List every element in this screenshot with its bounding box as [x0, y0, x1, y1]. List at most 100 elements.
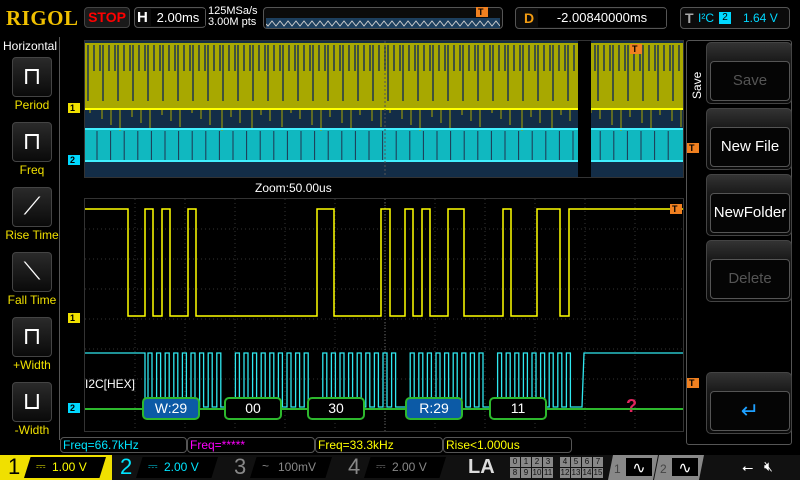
measure-ch2-freq[interactable]: Freq=66.7kHz — [60, 437, 187, 453]
trigger-level: 1.64 V — [743, 11, 778, 25]
decode-packet-address[interactable]: R:29 — [405, 397, 463, 420]
measure-ch1-rise[interactable]: Rise<1.000us — [443, 437, 572, 453]
channel-scale-box: ⎓ 1.00 V — [24, 457, 106, 478]
trigger-marker-overview: T — [630, 44, 642, 54]
sine-icon: ∿ — [626, 458, 652, 477]
menu-button-label: Delete — [710, 259, 790, 299]
decode-error-marker: ? — [626, 396, 637, 416]
trigger-type: I²C — [698, 11, 714, 25]
trigger-display[interactable]: T I²C 2 1.64 V — [680, 7, 790, 29]
decode-packet-data[interactable]: 11 — [489, 397, 547, 420]
channel-1-status[interactable]: 1 ⎓ 1.00 V — [0, 454, 115, 480]
fall-time-button[interactable]: ⟍ — [12, 252, 52, 292]
measure-label: Rise Time — [5, 228, 59, 242]
measure-text: Freq=66.7kHz — [63, 438, 139, 452]
return-arrow-icon: ↵ — [710, 391, 790, 431]
measure-label: +Width — [13, 358, 51, 372]
measure-ch1-freq[interactable]: Freq=33.3kHz — [315, 437, 443, 453]
channel-scale-box: ⎓ 2.00 V — [364, 457, 446, 478]
trigger-key: T — [685, 10, 694, 26]
channel-4-status[interactable]: 4 ⎓ 2.00 V — [340, 454, 455, 480]
menu-delete-button[interactable]: Delete — [706, 240, 792, 302]
period-icon: ⊓ — [22, 63, 42, 90]
la-channel: 3 — [543, 457, 553, 467]
mute-icon[interactable]: 🔇︎ — [764, 458, 773, 475]
menu-button-label: New File — [710, 127, 790, 167]
decode-packet-data[interactable]: 30 — [307, 397, 365, 420]
ch2-marker-zoom[interactable]: 2 — [68, 403, 80, 413]
measure-label: -Width — [14, 423, 50, 437]
channel-scale: 2.00 V — [392, 460, 427, 474]
coupling-icon: ⎓ — [36, 459, 46, 473]
channel-scale-box: ⎓ 2.00 V — [136, 457, 218, 478]
source-1-label: 1 — [614, 462, 621, 476]
acquisition-info: 125MSa/s 3.00M pts — [208, 6, 258, 28]
menu-button-label: NewFolder — [710, 193, 790, 233]
timebase-key: H — [137, 9, 148, 26]
neg-width-icon: ⊔ — [22, 388, 42, 415]
menu-newfolder-button[interactable]: NewFolder — [706, 174, 792, 236]
source-2-label: 2 — [660, 462, 667, 476]
la-label[interactable]: LA — [468, 456, 495, 479]
la-channels[interactable]: 0 1 2 3 4 5 6 7 8 9 10 11 12 13 14 15 — [510, 457, 603, 479]
memory-depth: 3.00M pts — [208, 16, 257, 28]
measure-freq-invalid[interactable]: Freq=***** — [187, 437, 315, 453]
channel-number: 2 — [120, 454, 133, 479]
menu-title: Save — [690, 71, 704, 99]
menu-new-file-button[interactable]: New File — [706, 108, 792, 170]
trigger-source: 2 — [719, 12, 731, 24]
memory-overview-bar: T — [263, 7, 503, 29]
ch2-marker[interactable]: 2 — [68, 155, 80, 165]
measure-text: Freq=33.3kHz — [318, 438, 394, 452]
decode-packet-data[interactable]: 00 — [224, 397, 282, 420]
rise-time-icon: ⟋ — [23, 193, 41, 220]
trigger-marker-zoom: T — [670, 204, 682, 214]
run-stop-status[interactable]: STOP — [84, 7, 130, 28]
fall-time-icon: ⟍ — [23, 258, 41, 285]
menu-save-button[interactable]: Save — [706, 42, 792, 104]
la-channel: 15 — [593, 468, 603, 478]
decode-packet-address[interactable]: W:29 — [142, 397, 200, 420]
delay-display[interactable]: D -2.00840000ms — [515, 7, 667, 29]
la-channel: 11 — [543, 468, 553, 478]
timebase-value: 2.00ms — [151, 9, 205, 26]
la-channel: 0 — [510, 457, 520, 467]
rigol-logo: RIGOL — [6, 6, 79, 30]
delay-key: D — [524, 10, 535, 26]
rise-time-button[interactable]: ⟋ — [12, 187, 52, 227]
zoom-window — [578, 41, 591, 177]
freq-icon: ⊓ — [22, 128, 42, 155]
delay-value: -2.00840000ms — [538, 9, 666, 27]
neg-width-button[interactable]: ⊔ — [12, 382, 52, 422]
panel-title: Horizontal — [3, 39, 58, 53]
ch1-marker-zoom[interactable]: 1 — [68, 313, 80, 323]
la-channel: 5 — [571, 457, 581, 467]
pos-width-button[interactable]: ⊓ — [12, 317, 52, 357]
la-channel: 13 — [571, 468, 581, 478]
channel-number: 3 — [234, 454, 247, 479]
source-1-button[interactable]: 1 ∿ — [608, 455, 658, 480]
channel-scale: 100mV — [278, 460, 317, 474]
timebase-display[interactable]: H 2.00ms — [134, 7, 206, 28]
la-channel: 2 — [532, 457, 542, 467]
measure-text: Rise<1.000us — [446, 438, 520, 452]
channel-3-status[interactable]: 3 ~ 100mV — [226, 454, 341, 480]
la-channel: 9 — [521, 468, 531, 478]
la-channel: 1 — [521, 457, 531, 467]
ch1-sda-trace — [85, 208, 683, 317]
overview-waveform — [84, 40, 686, 178]
source-2-button[interactable]: 2 ∿ — [654, 455, 704, 480]
decode-label: I2C[HEX] — [85, 377, 136, 391]
la-channel: 14 — [582, 468, 592, 478]
la-channel: 8 — [510, 468, 520, 478]
la-channel: 7 — [593, 457, 603, 467]
measure-label: Period — [14, 98, 50, 112]
freq-button[interactable]: ⊓ — [12, 122, 52, 162]
period-button[interactable]: ⊓ — [12, 57, 52, 97]
usb-icon: ⭠ — [742, 459, 754, 475]
overview-traces — [85, 41, 686, 177]
ch1-marker[interactable]: 1 — [68, 103, 80, 113]
channel-2-status[interactable]: 2 ⎓ 2.00 V — [112, 454, 227, 480]
menu-return-button[interactable]: ↵ — [706, 372, 792, 434]
coupling-icon: ⎓ — [148, 459, 158, 473]
